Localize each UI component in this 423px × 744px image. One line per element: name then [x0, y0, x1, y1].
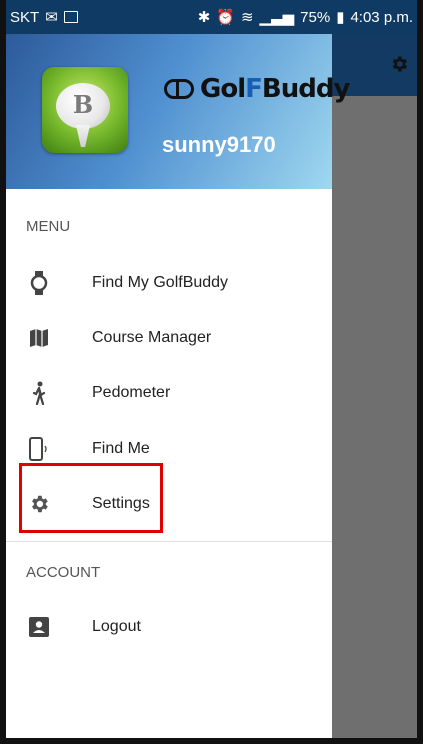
device-frame [0, 0, 423, 744]
